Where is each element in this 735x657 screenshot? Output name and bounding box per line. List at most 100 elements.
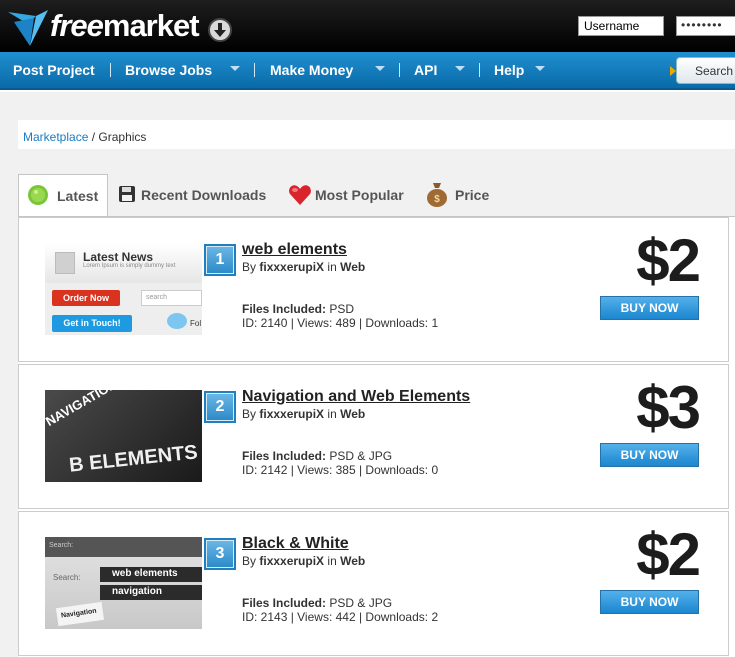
item-byline: By fixxxerupiX in Web (242, 554, 365, 568)
thumb-tag-navigation: navigation (100, 585, 202, 600)
thumb-order-button: Order Now (52, 290, 120, 306)
item-meta: ID: 2140 | Views: 489 | Downloads: 1 (242, 316, 439, 330)
search-label: Search (695, 64, 734, 78)
nav-make-money[interactable]: Make Money (270, 52, 353, 90)
buy-now-button[interactable]: BUY NOW (600, 296, 699, 320)
files-value: PSD & JPG (329, 596, 393, 610)
category-link[interactable]: Web (340, 554, 365, 568)
heart-icon (289, 185, 311, 205)
rank-badge: 3 (204, 538, 236, 570)
item-byline: By fixxxerupiX in Web (242, 260, 365, 274)
username-field[interactable]: Username (578, 16, 664, 36)
thumb-search: search (141, 290, 202, 306)
item-meta: ID: 2142 | Views: 385 | Downloads: 0 (242, 463, 439, 477)
freemarket-logo[interactable]: freemarket (4, 2, 244, 50)
files-value: PSD & JPG (329, 449, 393, 463)
breadcrumb-current: Graphics (98, 130, 147, 144)
files-included: Files Included: PSD & JPG (242, 596, 392, 610)
rank-badge: 1 (204, 244, 236, 276)
buy-now-button[interactable]: BUY NOW (600, 590, 699, 614)
tab-price[interactable]: $ Price (423, 174, 503, 216)
nav-api[interactable]: API (414, 52, 437, 90)
in-label: in (327, 260, 337, 274)
in-label: in (327, 554, 337, 568)
tab-label: Latest (57, 188, 99, 204)
chevron-down-icon[interactable] (230, 66, 240, 71)
tab-most-popular[interactable]: Most Popular (286, 174, 416, 216)
item-meta: ID: 2143 | Views: 442 | Downloads: 2 (242, 610, 439, 624)
item-byline: By fixxxerupiX in Web (242, 407, 365, 421)
twitter-bird-icon (167, 313, 187, 329)
tabs-bar: Latest Recent Downloads Most Popular $ P… (18, 174, 735, 216)
nav-separator (110, 63, 111, 77)
password-field[interactable]: •••••••• (676, 16, 735, 36)
chevron-down-icon[interactable] (455, 66, 465, 71)
buy-now-button[interactable]: BUY NOW (600, 443, 699, 467)
breadcrumb-marketplace-link[interactable]: Marketplace (23, 130, 88, 144)
files-value: PSD (329, 302, 355, 316)
by-label: By (242, 260, 257, 274)
tab-latest[interactable]: Latest (18, 174, 108, 216)
list-item: Search: Search: web elements navigation … (18, 511, 729, 656)
item-thumbnail[interactable]: Latest News Lorem Ipsum is simply dummy … (45, 243, 202, 335)
tab-label: Price (455, 187, 490, 203)
by-label: By (242, 554, 257, 568)
item-price: $2 (636, 227, 701, 294)
thumb-tag-navigation-small: Navigation (55, 601, 105, 627)
nav-help[interactable]: Help (494, 52, 524, 90)
chevron-down-icon[interactable] (375, 66, 385, 71)
green-gear-icon (28, 185, 48, 205)
nav-browse-jobs[interactable]: Browse Jobs (125, 52, 212, 90)
thumb-search-2: Search: (53, 573, 81, 582)
nav-separator (254, 63, 255, 77)
money-bag-icon: $ (427, 183, 447, 207)
nav-separator (479, 63, 480, 77)
thumb-text-line2: B ELEMENTS (68, 441, 199, 477)
item-thumbnail[interactable]: Search: Search: web elements navigation … (45, 537, 202, 629)
thumb-heading: Latest News (83, 250, 154, 264)
main-nav: Post Project Browse Jobs Make Money API … (0, 52, 735, 90)
item-title-link[interactable]: Navigation and Web Elements (242, 388, 470, 406)
chevron-down-icon[interactable] (535, 66, 545, 71)
svg-text:$: $ (434, 194, 440, 205)
tab-label: Most Popular (315, 187, 404, 203)
thumb-text-line1: NAVIGATION & WEB ELEM (45, 390, 202, 429)
author-link[interactable]: fixxxerupiX (259, 407, 324, 421)
files-included: Files Included: PSD & JPG (242, 449, 392, 463)
breadcrumb-separator: / (91, 130, 96, 144)
search-arrow-icon (670, 66, 676, 76)
item-title-link[interactable]: web elements (242, 241, 347, 259)
thumb-follow-text: Fol (190, 319, 202, 328)
in-label: in (327, 407, 337, 421)
files-included: Files Included: PSD (242, 302, 354, 316)
item-thumbnail[interactable]: NAVIGATION & WEB ELEM B ELEMENTS (45, 390, 202, 482)
tab-label: Recent Downloads (141, 187, 267, 203)
thumb-tag-web-elements: web elements (100, 567, 202, 582)
thumb-subtext: Lorem Ipsum is simply dummy text (83, 263, 176, 269)
category-link[interactable]: Web (340, 260, 365, 274)
top-header: freemarket Username •••••••• (0, 0, 735, 52)
files-label: Files Included: (242, 449, 327, 463)
author-link[interactable]: fixxxerupiX (259, 260, 324, 274)
files-label: Files Included: (242, 302, 327, 316)
document-icon (55, 252, 75, 274)
rank-badge: 2 (204, 391, 236, 423)
author-link[interactable]: fixxxerupiX (259, 554, 324, 568)
category-link[interactable]: Web (340, 407, 365, 421)
item-price: $3 (636, 374, 701, 441)
bird-logo-icon (8, 10, 48, 46)
logo-wordmark: freemarket (50, 8, 200, 43)
tab-recent-downloads[interactable]: Recent Downloads (116, 174, 276, 216)
download-arrow-icon[interactable] (208, 18, 232, 42)
floppy-disk-icon (119, 186, 135, 202)
search-input[interactable]: Search (670, 57, 735, 84)
breadcrumb: Marketplace / Graphics (23, 130, 146, 144)
list-item: Latest News Lorem Ipsum is simply dummy … (18, 217, 729, 362)
item-title-link[interactable]: Black & White (242, 535, 349, 553)
nav-separator (399, 63, 400, 77)
item-price: $2 (636, 521, 701, 588)
nav-post-project[interactable]: Post Project (13, 52, 95, 90)
thumb-touch-button: Get in Touch! (52, 315, 132, 332)
files-label: Files Included: (242, 596, 327, 610)
thumb-search-1: Search: (49, 542, 74, 549)
